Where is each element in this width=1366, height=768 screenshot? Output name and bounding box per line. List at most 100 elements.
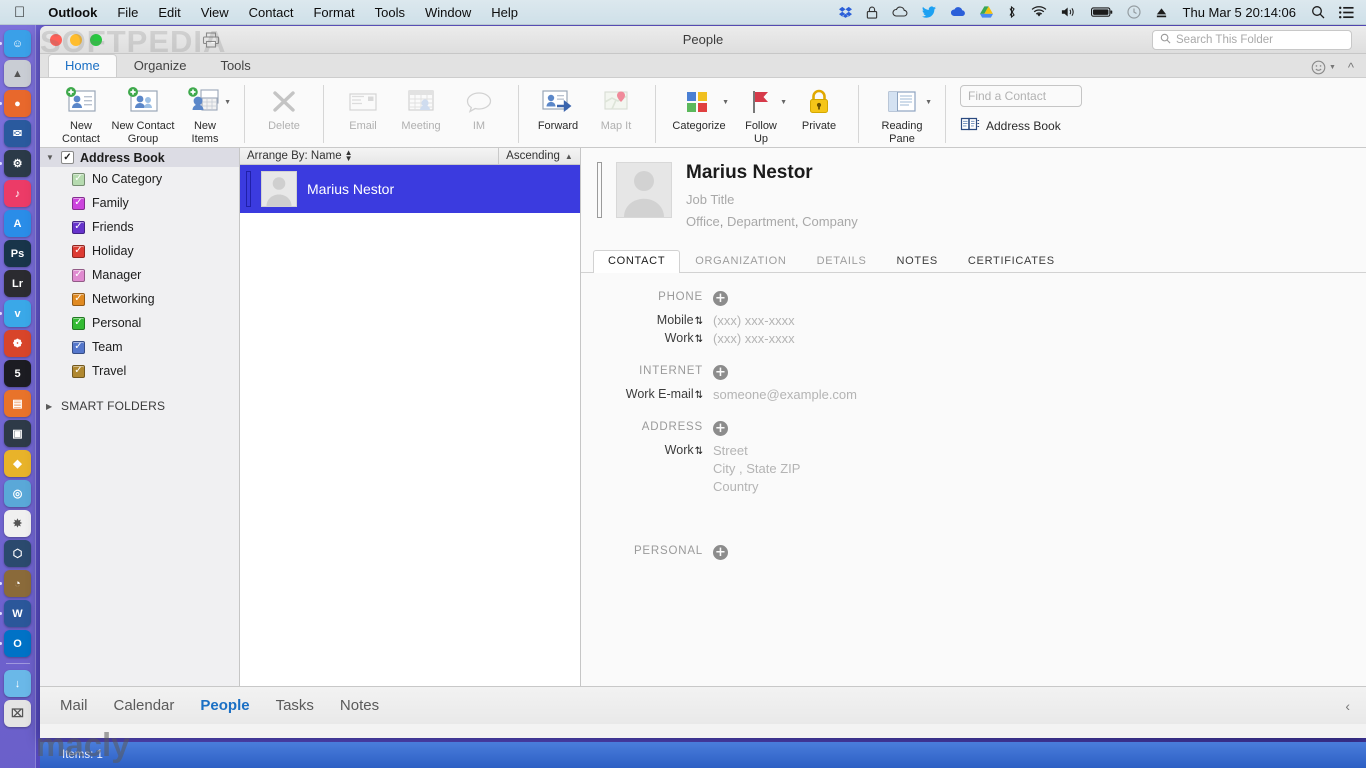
contact-list-header[interactable]: Arrange By: Name ▲ ▼ Ascending ▲ — [240, 148, 580, 165]
field-value[interactable]: (xxx) xxx-xxxx — [713, 331, 795, 346]
field-type-stepper-icon[interactable]: ⇅ — [695, 446, 703, 457]
field-type-stepper-icon[interactable]: ⇅ — [695, 390, 703, 401]
menu-item-file[interactable]: File — [107, 5, 148, 20]
dock-item-500px[interactable]: 5 — [4, 360, 31, 387]
ribbon-right-controls[interactable]: ▼ ^ — [1311, 60, 1354, 75]
minimize-button[interactable] — [70, 33, 82, 46]
battery-icon[interactable] — [1084, 6, 1120, 18]
meeting-button[interactable]: Meeting — [392, 81, 450, 133]
arrange-by-control[interactable]: Arrange By: Name ▲ ▼ — [240, 148, 353, 162]
field-value[interactable]: City , State ZIP — [713, 461, 800, 476]
category-checkbox[interactable]: ✓ — [72, 340, 85, 354]
menu-item-help[interactable]: Help — [481, 5, 528, 20]
bluetooth-icon[interactable] — [1000, 5, 1024, 19]
cloud-icon[interactable] — [885, 6, 915, 18]
macos-menubar[interactable]:  Outlook File Edit View Contact Format … — [0, 0, 1366, 25]
contact-list-pane[interactable]: Arrange By: Name ▲ ▼ Ascending ▲ Marius N… — [240, 148, 581, 686]
sidebar-category-team[interactable]: ✓ Team — [40, 335, 239, 359]
add-field-icon[interactable]: + — [713, 365, 728, 381]
dock-item-downloads-folder[interactable]: ↓ — [4, 670, 31, 697]
sidebar-category-family[interactable]: ✓ Family — [40, 191, 239, 215]
macos-dock[interactable]: ☺ ▲ ● ✉ ⚙ ♪ A Ps Lr ᴠ ❁ 5 ▤ ▣ ◆ ◎ ✸ ⬡ ◔ W O ↓ ⌧ — [0, 25, 36, 768]
dock-item-calendar[interactable]: ▤ — [4, 390, 31, 417]
address-book-checkbox[interactable]: ✓ — [61, 151, 74, 164]
dock-item-word[interactable]: W — [0, 600, 31, 627]
dock-item-virtualbox[interactable]: ⬡ — [4, 540, 31, 567]
sidebar-pane[interactable]: ▼ ✓ Address Book ✓ No Category ✓ Family ✓ Fri… — [40, 148, 240, 686]
menu-item-format[interactable]: Format — [303, 5, 364, 20]
contact-detail-avatar-icon[interactable] — [616, 162, 672, 218]
category-checkbox[interactable]: ✓ — [72, 316, 85, 330]
dock-item-launchpad[interactable]: ▲ — [4, 60, 31, 87]
dock-item-thunderbird[interactable]: ✉ — [4, 120, 31, 147]
notification-center-icon[interactable] — [1332, 6, 1366, 19]
add-field-icon[interactable]: + — [713, 291, 728, 307]
nav-notes[interactable]: Notes — [340, 697, 379, 714]
tab-organization[interactable]: ORGANIZATION — [680, 250, 801, 272]
new-items-caret-icon[interactable]: ▼ — [224, 99, 231, 107]
field-label[interactable]: Work⇅ — [581, 443, 713, 457]
delete-button[interactable]: Delete — [255, 81, 313, 133]
window-controls[interactable] — [40, 33, 102, 46]
sidebar-category-no-category[interactable]: ✓ No Category — [40, 167, 239, 191]
field-label[interactable]: Work⇅ — [581, 331, 713, 345]
eject-icon[interactable] — [1148, 6, 1175, 19]
contact-list-row-marius-nestor[interactable]: Marius Nestor — [240, 165, 580, 213]
menubar-clock[interactable]: Thu Mar 5 20:14:06 — [1175, 5, 1304, 20]
menu-item-contact[interactable]: Contact — [239, 5, 304, 20]
nav-calendar[interactable]: Calendar — [114, 697, 175, 714]
address-book-button[interactable]: Address Book — [960, 116, 1061, 135]
sort-order-control[interactable]: Ascending ▲ — [498, 148, 580, 164]
im-button[interactable]: IM — [450, 81, 508, 133]
dock-item-gimp[interactable]: ◔ — [0, 570, 31, 597]
dock-item-disk-utility[interactable]: ◎ — [4, 480, 31, 507]
dock-item-itunes[interactable]: ♪ — [4, 180, 31, 207]
contact-job-title[interactable]: Job Title — [686, 189, 858, 211]
dock-item-popcorn-time[interactable]: ❁ — [4, 330, 31, 357]
category-checkbox[interactable]: ✓ — [72, 268, 85, 282]
contact-detail-tabbar[interactable]: CONTACT ORGANIZATION DETAILS NOTES CERTI… — [581, 247, 1366, 274]
field-type-stepper-icon[interactable]: ⇅ — [695, 316, 703, 327]
category-checkbox[interactable]: ✓ — [72, 292, 85, 306]
printer-icon[interactable] — [202, 31, 220, 48]
dock-item-steam[interactable]: ⚙ — [0, 150, 31, 177]
ribbon-tabbar[interactable]: Home Organize Tools ▼ ^ — [40, 54, 1366, 78]
nav-people[interactable]: People — [200, 697, 249, 714]
sidebar-item-smart-folders[interactable]: ▶ SMART FOLDERS — [40, 393, 239, 419]
tab-home[interactable]: Home — [48, 54, 117, 77]
dock-item-transmission[interactable]: ◆ — [4, 450, 31, 477]
tab-notes[interactable]: NOTES — [882, 250, 953, 272]
field-value[interactable]: someone@example.com — [713, 387, 857, 402]
add-field-icon[interactable]: + — [713, 545, 728, 561]
zoom-button[interactable] — [90, 33, 102, 46]
contact-department[interactable]: Department — [727, 214, 795, 229]
sidebar-category-friends[interactable]: ✓ Friends — [40, 215, 239, 239]
follow-up-caret-icon[interactable]: ▼ — [780, 99, 787, 107]
field-label[interactable]: Mobile⇅ — [581, 313, 713, 327]
category-checkbox[interactable]: ✓ — [72, 172, 85, 186]
dock-item-outlook[interactable]: O — [0, 630, 31, 657]
sidebar-category-manager[interactable]: ✓ Manager — [40, 263, 239, 287]
time-machine-icon[interactable] — [1120, 5, 1148, 19]
chevron-down-icon[interactable]: ▼ — [46, 153, 55, 162]
menu-item-window[interactable]: Window — [415, 5, 481, 20]
category-checkbox[interactable]: ✓ — [72, 364, 85, 378]
close-button[interactable] — [50, 33, 62, 46]
chevron-right-icon[interactable]: ▶ — [46, 402, 55, 411]
dock-item-firefox[interactable]: ● — [0, 90, 31, 117]
dock-item-screen-sharing[interactable]: ▣ — [4, 420, 31, 447]
sidebar-category-networking[interactable]: ✓ Networking — [40, 287, 239, 311]
volume-icon[interactable] — [1054, 6, 1084, 18]
stepper-icon[interactable]: ▲ ▼ — [345, 148, 353, 162]
wifi-icon[interactable] — [1024, 6, 1054, 18]
categorize-caret-icon[interactable]: ▼ — [722, 99, 729, 107]
dock-item-twitter[interactable]: ᴠ — [0, 300, 31, 327]
reading-pane-caret-icon[interactable]: ▼ — [925, 99, 932, 107]
field-value[interactable]: Street — [713, 443, 748, 458]
contact-office[interactable]: Office — [686, 214, 720, 229]
new-contact-button[interactable]: New Contact — [52, 81, 110, 145]
menu-item-view[interactable]: View — [191, 5, 239, 20]
apple-logo-icon[interactable]:  — [0, 5, 38, 20]
field-value[interactable]: Country — [713, 479, 759, 494]
dock-item-photoshop[interactable]: Ps — [4, 240, 31, 267]
